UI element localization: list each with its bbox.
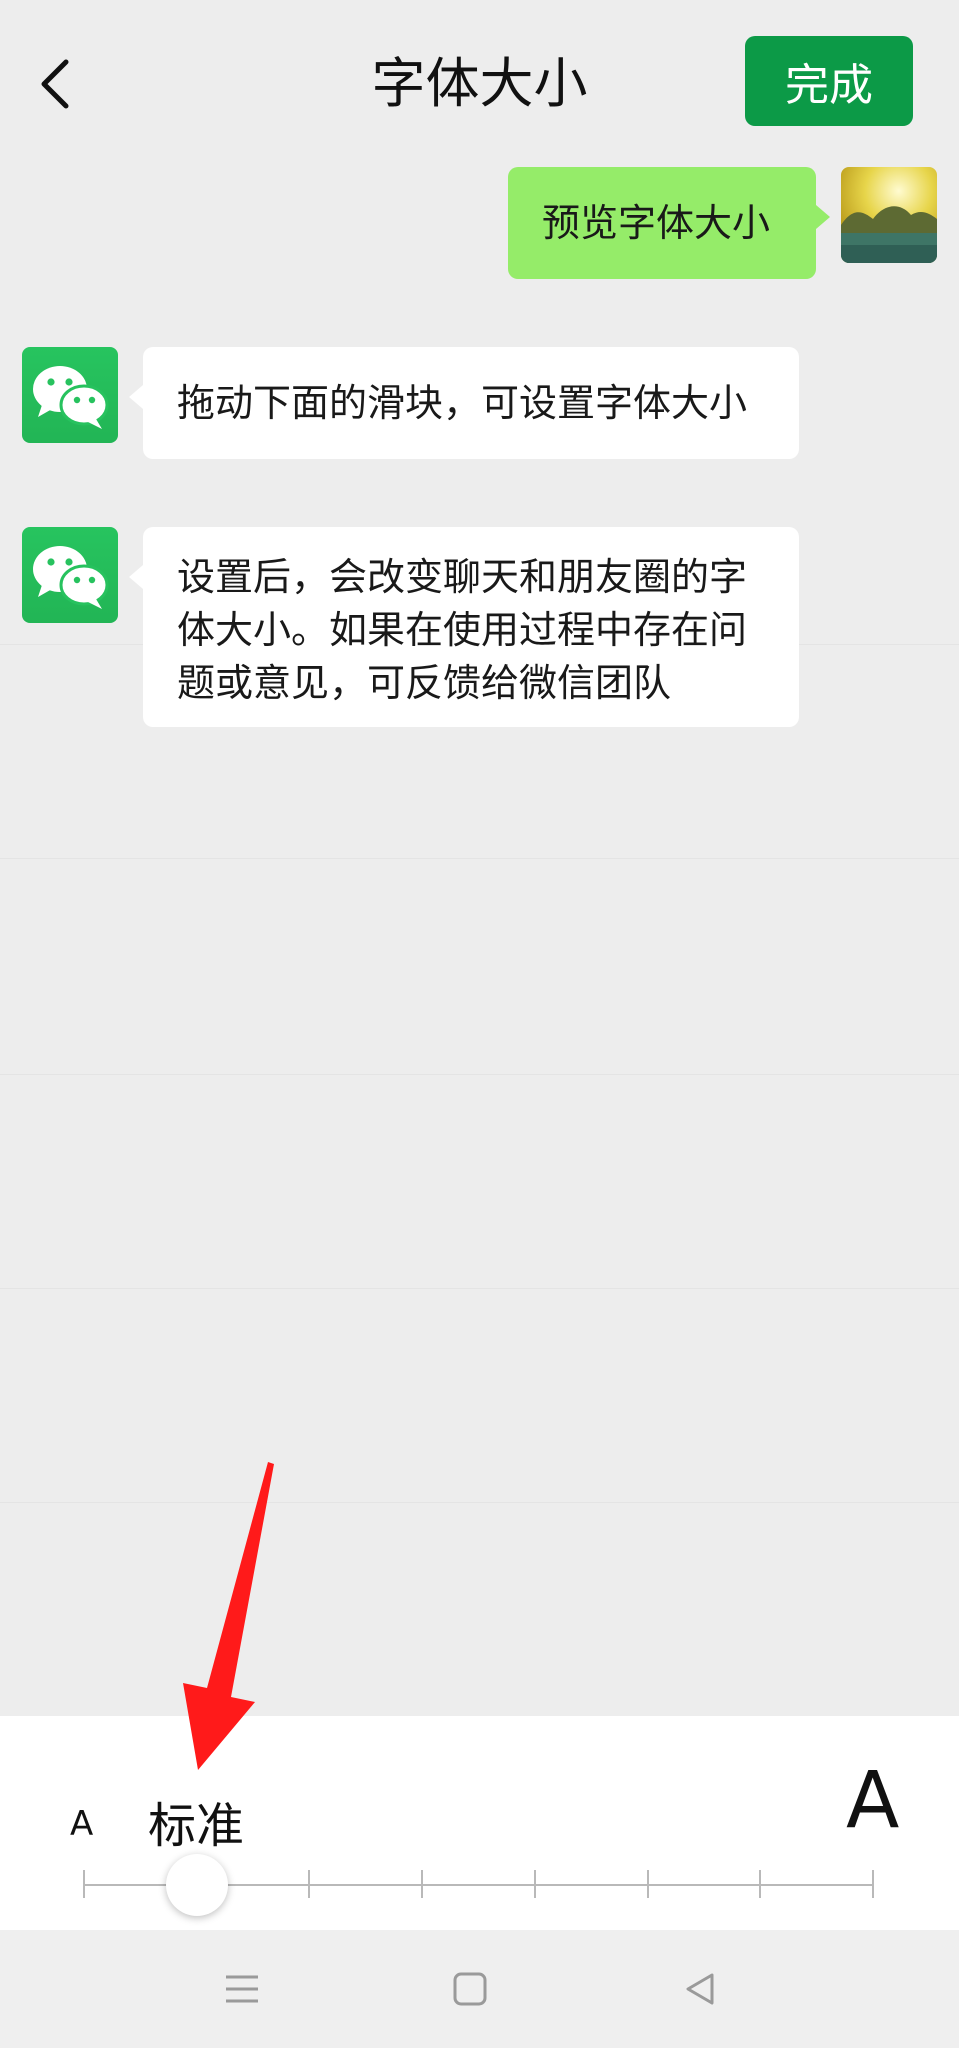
system-nav-bar [0, 1930, 959, 2048]
home-square-icon [453, 1972, 487, 2006]
back-triangle-icon [686, 1973, 714, 2005]
home-button[interactable] [410, 1930, 530, 2048]
red-arrow-annotation [183, 1462, 274, 1770]
back-nav-button[interactable] [640, 1930, 760, 2048]
menu-button[interactable] [182, 1930, 302, 2048]
menu-icon [226, 1975, 258, 2003]
